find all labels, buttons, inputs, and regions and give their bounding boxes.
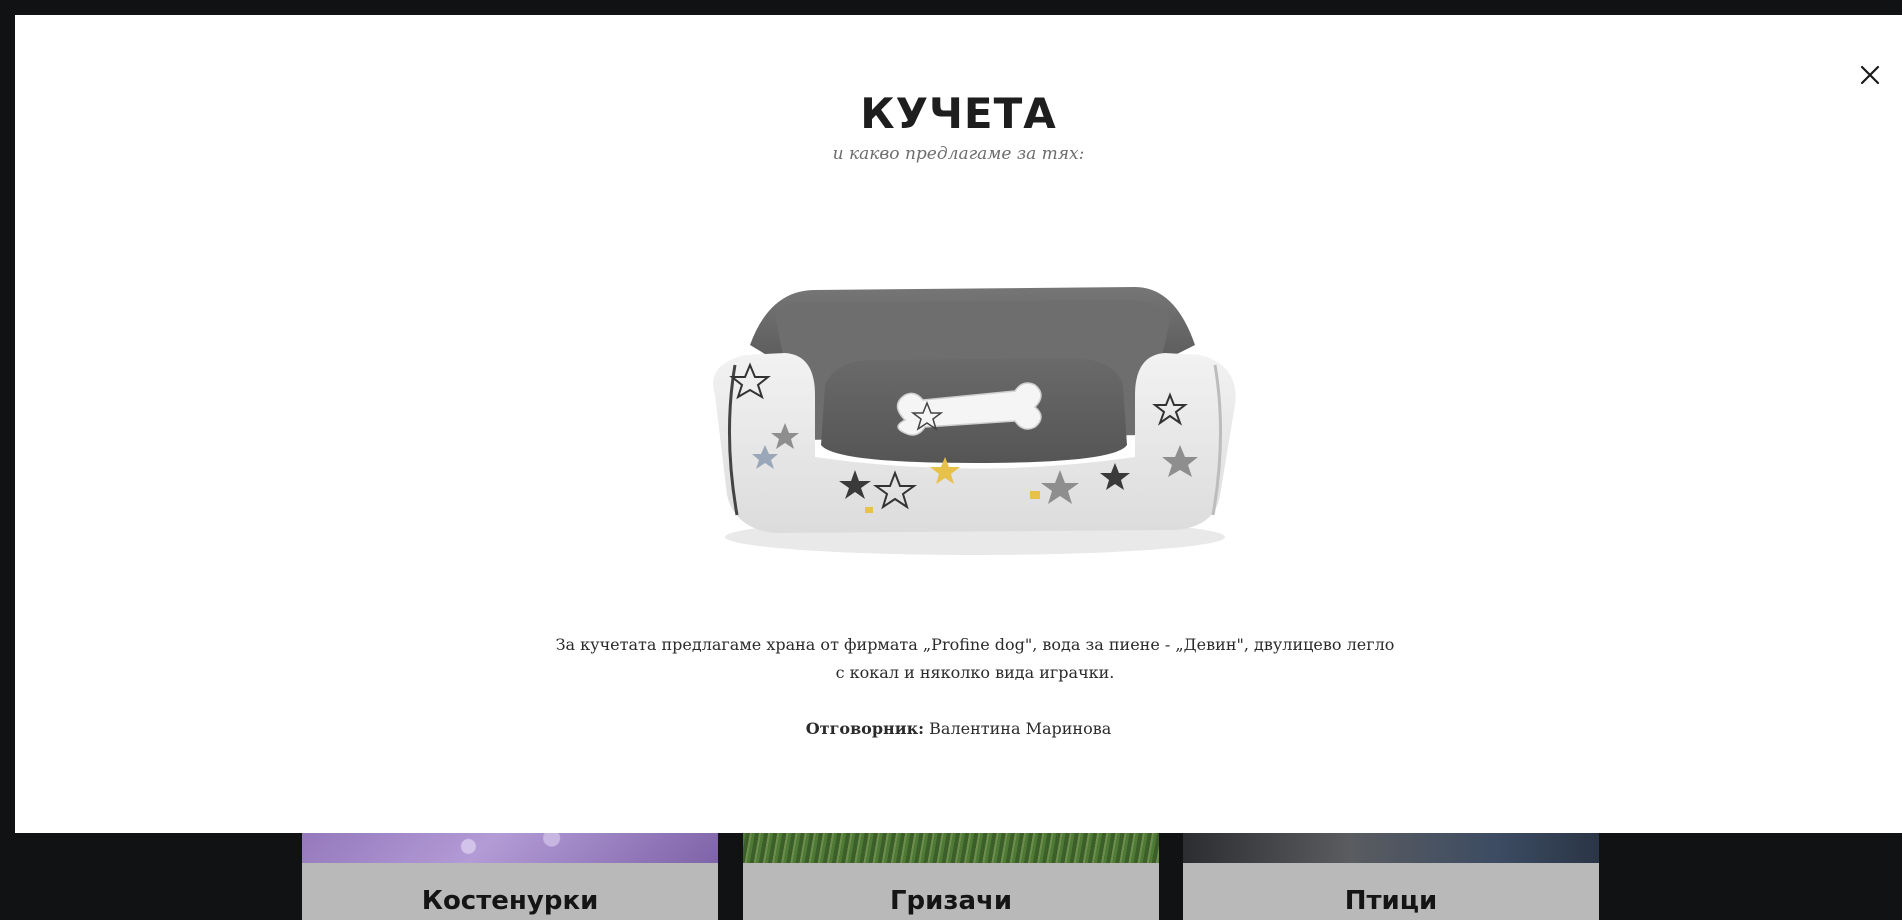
responsible-person: Отговорник: Валентина Маринова bbox=[15, 719, 1902, 738]
modal-dialog: КУЧЕТА и какво предлагаме за тях: За куч… bbox=[15, 15, 1902, 833]
card-caption: Птици bbox=[1183, 863, 1599, 920]
card-caption: Гризачи bbox=[743, 863, 1159, 920]
dog-bed-illustration bbox=[713, 287, 1236, 555]
responsible-label: Отговорник: bbox=[805, 719, 925, 738]
dog-bed-image bbox=[675, 195, 1265, 605]
card-caption: Костенурки bbox=[302, 863, 718, 920]
modal-title: КУЧЕТА bbox=[860, 89, 1057, 138]
description-text: За кучетата предлагаме храна от фирмата … bbox=[555, 635, 1395, 682]
responsible-name: Валентина Маринова bbox=[929, 719, 1112, 738]
modal-subtitle: и какво предлагаме за тях: bbox=[832, 144, 1085, 164]
close-button[interactable] bbox=[1853, 58, 1887, 92]
close-icon bbox=[1860, 65, 1880, 85]
